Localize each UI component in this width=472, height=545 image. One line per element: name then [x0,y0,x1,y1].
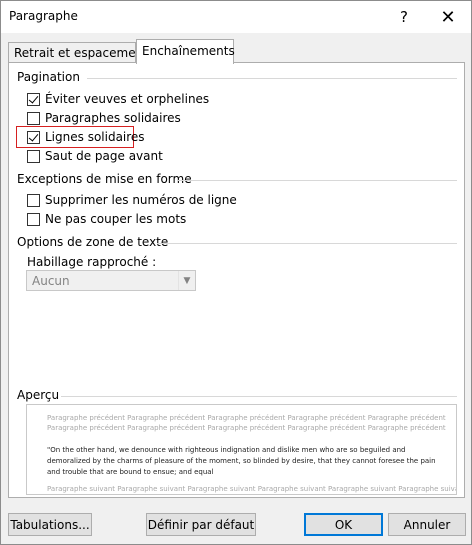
ok-button[interactable]: OK [304,513,383,536]
checkbox-label: Saut de page avant [45,149,163,163]
checkbox-paragraphes-solidaires[interactable]: Paragraphes solidaires [27,110,181,126]
habillage-label: Habillage rapproché : [27,255,157,269]
help-button[interactable]: ? [383,1,425,33]
checkbox-checked-icon[interactable] [27,92,40,106]
checkbox-unchecked-icon[interactable] [27,149,40,163]
preview-previous-line: Paragraphe précédent Paragraphe précéden… [47,414,446,422]
title-bar: Paragraphe ? ✕ [1,1,471,33]
exceptions-section-title: Exceptions de mise en forme [17,172,192,186]
section-divider [61,396,457,397]
habillage-selected-value: Aucun [32,274,70,288]
dialog-title: Paragraphe [9,9,78,23]
checkbox-ne-pas-couper[interactable]: Ne pas couper les mots [27,211,186,227]
checkbox-unchecked-icon[interactable] [27,111,40,125]
tabulations-button[interactable]: Tabulations... [8,513,92,536]
set-default-button[interactable]: Définir par défaut [146,513,256,536]
checkbox-unchecked-icon[interactable] [27,212,40,226]
tab-strip: Retrait et espacement Enchaînements [1,33,471,64]
checkbox-eviter-veuves[interactable]: Éviter veuves et orphelines [27,91,209,107]
tab-retrait-espacement[interactable]: Retrait et espacement [8,42,148,62]
checkbox-label: Éviter veuves et orphelines [45,92,210,106]
cancel-button[interactable]: Annuler [388,513,466,536]
checkbox-lignes-solidaires[interactable]: Lignes solidaires [27,129,145,145]
checkbox-label: Ne pas couper les mots [45,212,187,226]
checkbox-saut-de-page[interactable]: Saut de page avant [27,148,163,164]
pagination-section-title: Pagination [17,70,80,84]
checkbox-checked-icon[interactable] [27,130,40,144]
preview-next-line: Paragraphe suivant Paragraphe suivant Pa… [47,485,457,493]
preview-current-paragraph: "On the other hand, we denounce with rig… [47,446,436,476]
checkbox-label: Paragraphes solidaires [45,111,181,125]
habillage-select[interactable]: Aucun ▼ [26,270,196,291]
section-divider [87,78,457,79]
paragraph-dialog: Paragraphe ? ✕ Retrait et espacement Enc… [0,0,472,545]
checkbox-label: Supprimer les numéros de ligne [45,193,237,207]
checkbox-unchecked-icon[interactable] [27,193,40,207]
paragraph-preview: Paragraphe précédent Paragraphe précéden… [26,404,457,495]
chevron-down-icon[interactable]: ▼ [178,271,195,290]
close-button[interactable]: ✕ [427,1,469,33]
apercu-section-title: Aperçu [17,388,60,402]
preview-previous-line: Paragraphe précédent Paragraphe précéden… [47,424,446,432]
checkbox-label: Lignes solidaires [45,130,145,144]
textbox-section-title: Options de zone de texte [17,235,169,249]
tab-enchainements[interactable]: Enchaînements [136,39,235,64]
checkbox-supprimer-numeros[interactable]: Supprimer les numéros de ligne [27,192,237,208]
section-divider [177,180,457,181]
section-divider [157,243,457,244]
